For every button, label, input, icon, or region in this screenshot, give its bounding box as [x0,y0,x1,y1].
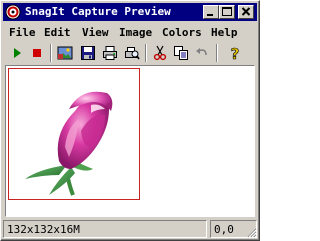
menu-file[interactable]: File [9,26,36,39]
save-icon [81,46,95,60]
menu-colors[interactable]: Colors [162,26,202,39]
cut-icon [153,45,167,61]
pink-rose-icon [25,91,113,196]
snagit-capture-preview-window: SnagIt Capture Preview File Edit View Im… [0,0,260,241]
image-properties-icon [57,46,73,60]
toolbar-separator [216,44,218,62]
status-image-info-panel: 132x132x16M [3,220,207,238]
print-icon [103,46,117,60]
undo-icon [196,48,207,56]
minimize-icon [207,14,213,16]
svg-text:?: ? [231,45,240,61]
copy-button[interactable] [171,43,191,63]
save-button[interactable] [78,43,98,63]
toolbar-separator [50,44,52,62]
undo-button[interactable] [192,43,212,63]
window-title: SnagIt Capture Preview [25,5,171,18]
toolbar-separator [145,44,147,62]
menu-help[interactable]: Help [211,26,238,39]
toolbar: ? [3,41,257,65]
menu-view[interactable]: View [82,26,109,39]
help-icon: ? [230,45,240,61]
menu-edit[interactable]: Edit [44,26,71,39]
cut-button[interactable] [150,43,170,63]
snagit-app-icon [5,4,21,20]
preview-area[interactable] [5,65,255,217]
copy-icon [174,46,188,60]
title-bar[interactable]: SnagIt Capture Preview [3,3,257,21]
resize-grip-icon[interactable] [245,226,257,238]
print-button[interactable] [100,43,120,63]
menu-image[interactable]: Image [119,26,152,39]
stop-icon [33,49,41,57]
help-button[interactable]: ? [225,43,245,63]
print-preview-button[interactable] [122,43,142,63]
capture-button[interactable] [7,43,27,63]
image-properties-button[interactable] [55,43,75,63]
close-icon [241,7,251,16]
maximize-icon [222,7,232,16]
status-image-info: 132x132x16M [7,223,80,236]
menu-bar: File Edit View Image Colors Help [3,23,257,41]
print-preview-icon [125,47,140,60]
close-button[interactable] [238,5,254,19]
maximize-button[interactable] [219,5,235,19]
play-icon [14,48,21,58]
status-coordinates: 0,0 [214,223,234,236]
stop-button[interactable] [27,43,47,63]
status-bar: 132x132x16M 0,0 [3,220,257,238]
captured-image[interactable] [8,68,140,200]
minimize-button[interactable] [203,5,219,19]
